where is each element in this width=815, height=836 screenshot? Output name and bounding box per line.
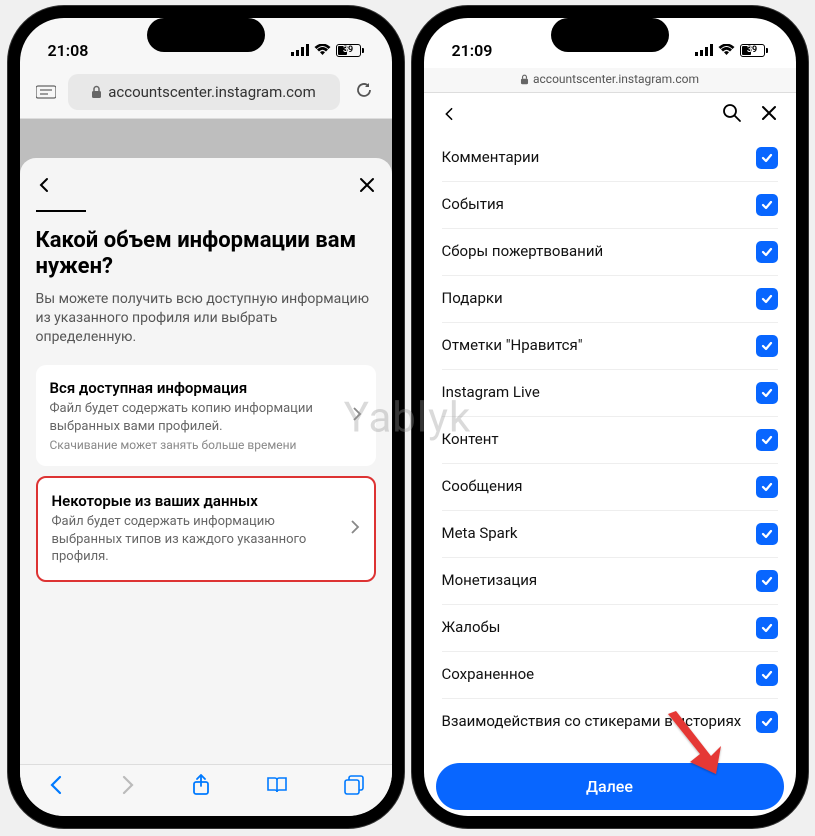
nav-forward-icon[interactable] (114, 769, 142, 805)
close-icon[interactable] (358, 176, 376, 198)
tabs-icon[interactable] (338, 769, 370, 805)
checkbox-checked[interactable] (756, 570, 778, 592)
checkbox-checked[interactable] (756, 147, 778, 169)
checkbox-checked[interactable] (756, 241, 778, 263)
category-row[interactable]: Instagram Live (442, 370, 778, 417)
checkbox-checked[interactable] (756, 476, 778, 498)
modal-subtitle: Вы можете получить всю доступную информа… (36, 290, 376, 347)
checkbox-checked[interactable] (756, 429, 778, 451)
checkbox-checked[interactable] (756, 617, 778, 639)
phone-left: 21:08 39 accountscenter.instagram.com (8, 6, 404, 828)
checkbox-checked[interactable] (756, 711, 778, 733)
modal-backdrop: Какой объем информации вам нужен? Вы мож… (20, 119, 392, 764)
category-label: Instagram Live (442, 383, 756, 403)
bookmarks-icon[interactable] (260, 770, 294, 804)
lock-icon (91, 85, 102, 99)
category-label: События (442, 195, 756, 215)
back-icon[interactable] (36, 177, 52, 197)
option-all-info[interactable]: Вся доступная информация Файл будет соде… (36, 365, 376, 466)
category-label: Сохраненное (442, 665, 756, 685)
chevron-right-icon (352, 406, 362, 426)
screen-left: 21:08 39 accountscenter.instagram.com (20, 18, 392, 816)
checkbox-checked[interactable] (756, 288, 778, 310)
category-list: Комментарии События Сборы пожертвований Под… (424, 135, 796, 745)
phone-right: 21:09 39 accountscenter.instagram.com (412, 6, 808, 828)
battery-indicator: 39 (740, 44, 768, 57)
category-row[interactable]: Сохраненное (442, 652, 778, 699)
url-pill[interactable]: accountscenter.instagram.com (68, 74, 340, 110)
browser-address-bar: accountscenter.instagram.com (20, 68, 392, 119)
modal-title: Какой объем информации вам нужен? (36, 228, 376, 281)
category-row[interactable]: Монетизация (442, 558, 778, 605)
checkbox-checked[interactable] (756, 523, 778, 545)
category-row[interactable]: События (442, 182, 778, 229)
category-row[interactable]: Контент (442, 417, 778, 464)
category-row[interactable]: Отметки "Нравится" (442, 323, 778, 370)
close-icon[interactable] (760, 104, 778, 126)
checkbox-checked[interactable] (756, 664, 778, 686)
content-area: Комментарии События Сборы пожертвований Под… (424, 135, 796, 816)
status-time: 21:09 (452, 41, 493, 60)
category-label: Контент (442, 430, 756, 450)
category-row[interactable]: Meta Spark (442, 511, 778, 558)
next-button[interactable]: Далее (436, 763, 784, 810)
battery-indicator: 39 (336, 44, 364, 57)
checkbox-checked[interactable] (756, 382, 778, 404)
lock-icon (520, 74, 529, 85)
signal-icon (291, 44, 309, 56)
category-label: Подарки (442, 289, 756, 309)
option-title: Некоторые из ваших данных (52, 492, 340, 510)
browser-address-bar-compact[interactable]: accountscenter.instagram.com (424, 68, 796, 93)
option-title: Вся доступная информация (50, 379, 342, 397)
category-label: Сборы пожертвований (442, 242, 756, 262)
safari-toolbar (20, 764, 392, 816)
category-label: Сообщения (442, 477, 756, 497)
option-desc: Файл будет содержать информацию выбранны… (52, 513, 340, 566)
screen-right: 21:09 39 accountscenter.instagram.com (424, 18, 796, 816)
signal-icon (695, 44, 713, 56)
status-time: 21:08 (48, 41, 89, 60)
search-icon[interactable] (722, 103, 742, 127)
category-row[interactable]: Подарки (442, 276, 778, 323)
checkbox-checked[interactable] (756, 194, 778, 216)
nav-back-icon[interactable] (42, 769, 70, 805)
reload-icon[interactable] (350, 76, 378, 108)
category-label: Отметки "Нравится" (442, 336, 756, 356)
category-label: Жалобы (442, 618, 756, 638)
category-label: Взаимодействия со стикерами в историях (442, 712, 756, 732)
category-label: Комментарии (442, 148, 756, 168)
share-icon[interactable] (186, 768, 216, 806)
dynamic-island (551, 18, 669, 52)
content-area: Какой объем информации вам нужен? Вы мож… (20, 119, 392, 764)
dynamic-island (147, 18, 265, 52)
category-row[interactable]: Комментарии (442, 135, 778, 182)
url-text: accountscenter.instagram.com (108, 83, 316, 101)
reader-aa-icon[interactable] (34, 80, 58, 104)
category-label: Монетизация (442, 571, 756, 591)
wifi-icon (314, 44, 331, 56)
checkbox-checked[interactable] (756, 335, 778, 357)
url-text: accountscenter.instagram.com (533, 72, 699, 86)
category-row[interactable]: Сборы пожертвований (442, 229, 778, 276)
wifi-icon (718, 44, 735, 56)
category-row[interactable]: Жалобы (442, 605, 778, 652)
back-icon[interactable] (442, 106, 456, 125)
chevron-right-icon (350, 519, 360, 539)
option-some-data[interactable]: Некоторые из ваших данных Файл будет сод… (36, 476, 376, 582)
modal-sheet: Какой объем информации вам нужен? Вы мож… (20, 158, 392, 764)
option-desc: Файл будет содержать копию информации вы… (50, 400, 342, 435)
category-row[interactable]: Взаимодействия со стикерами в историях (442, 699, 778, 745)
progress-indicator (36, 210, 86, 212)
page-header (424, 93, 796, 135)
category-row[interactable]: Сообщения (442, 464, 778, 511)
option-note: Скачивание может занять больше времени (50, 438, 342, 452)
category-label: Meta Spark (442, 524, 756, 544)
